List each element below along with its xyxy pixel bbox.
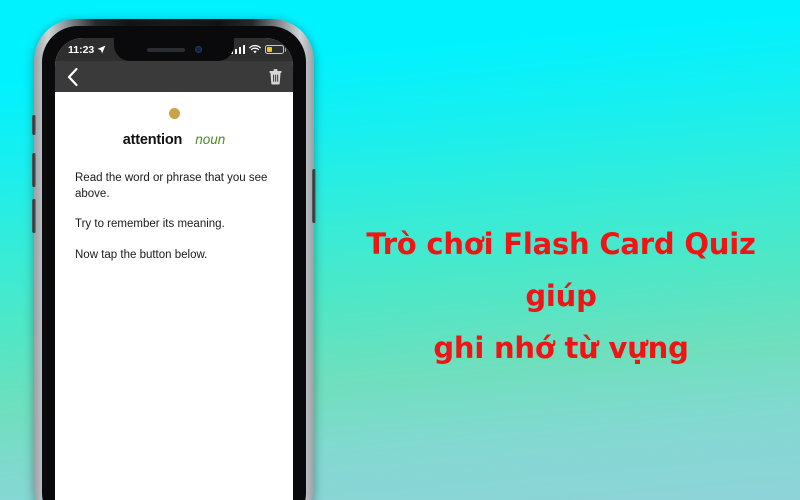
app-nav-bar xyxy=(55,61,293,92)
back-button[interactable] xyxy=(66,67,79,87)
instruction-line-1: Read the word or phrase that you see abo… xyxy=(75,172,268,200)
phone-bezel: 11:23 attention noun Read the word or ph… xyxy=(42,26,306,500)
instruction-line-3: Now tap the button below. xyxy=(75,248,208,261)
trash-icon xyxy=(269,68,282,85)
gold-dot-indicator xyxy=(168,108,180,119)
volume-up-button[interactable] xyxy=(32,153,36,187)
location-arrow-icon xyxy=(97,45,106,54)
caption-line-2: ghi nhớ từ vựng xyxy=(433,331,689,365)
phone-mockup: 11:23 attention noun Read the word or ph… xyxy=(32,19,316,500)
battery-fill xyxy=(267,46,272,53)
earpiece-speaker-icon xyxy=(146,47,185,52)
silent-switch[interactable] xyxy=(32,115,36,135)
status-bar-time: 11:23 xyxy=(68,43,95,56)
word-row: attention noun xyxy=(55,132,293,148)
battery-low-icon xyxy=(265,44,284,55)
flashcard-part-of-speech: noun xyxy=(195,132,226,147)
notch xyxy=(114,38,234,61)
phone-screen: 11:23 attention noun Read the word or ph… xyxy=(55,38,293,500)
flashcard: attention noun Read the word or phrase t… xyxy=(55,108,293,500)
status-bar-right xyxy=(230,44,284,55)
instructions: Read the word or phrase that you see abo… xyxy=(75,171,293,263)
volume-down-button[interactable] xyxy=(32,199,36,233)
caption-line-1: Trò chơi Flash Card Quiz giúp xyxy=(366,227,756,313)
screenshot-canvas: Trò chơi Flash Card Quiz giúp ghi nhớ từ… xyxy=(0,0,800,500)
status-bar-left: 11:23 xyxy=(68,44,106,56)
chevron-left-icon xyxy=(67,67,78,86)
wifi-icon xyxy=(249,45,261,54)
power-button[interactable] xyxy=(312,169,316,223)
front-camera-icon xyxy=(194,46,202,53)
flashcard-term: attention xyxy=(122,132,183,148)
instruction-line-2: Try to remember its meaning. xyxy=(75,218,225,230)
caption-text: Trò chơi Flash Card Quiz giúp ghi nhớ từ… xyxy=(330,218,792,374)
delete-button[interactable] xyxy=(269,68,282,85)
